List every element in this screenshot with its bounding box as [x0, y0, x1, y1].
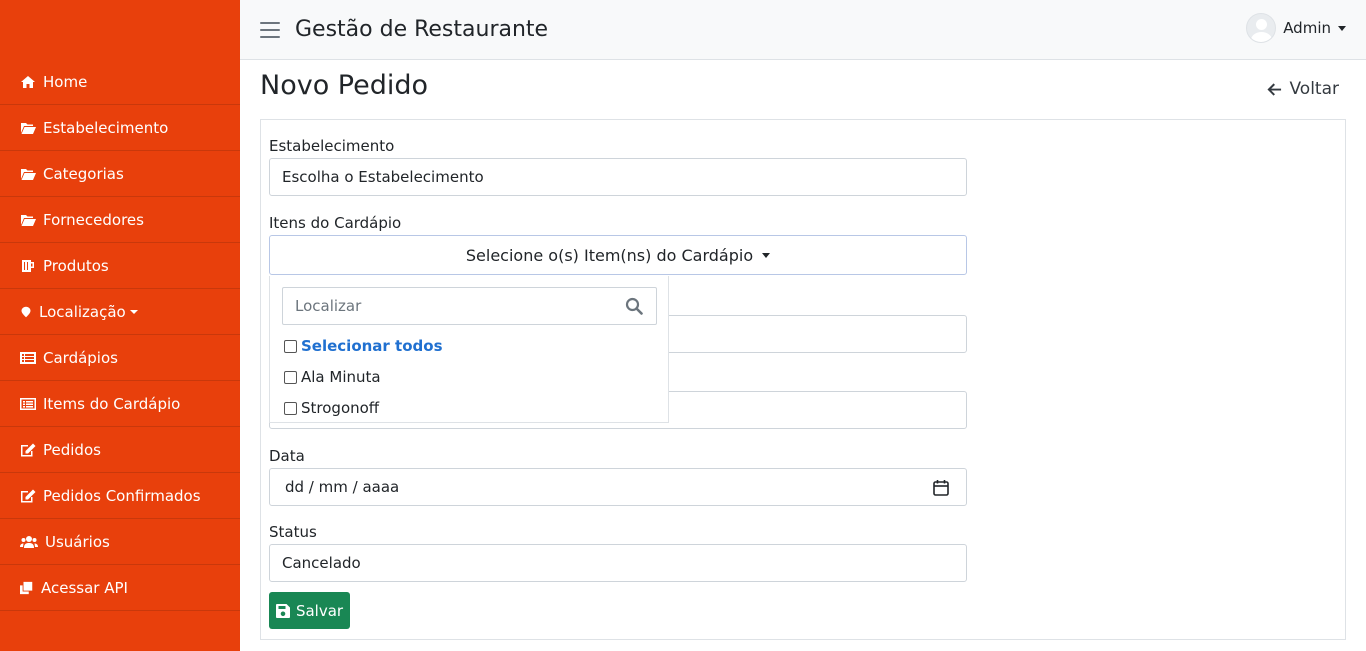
page-title: Novo Pedido [260, 70, 429, 101]
option-label: Strogonoff [301, 399, 380, 417]
hamburger-menu-icon[interactable] [260, 21, 280, 38]
menu-items-multiselect-button[interactable]: Selecione o(s) Item(ns) do Cardápio [269, 235, 967, 275]
sidebar-item-label: Categorias [43, 164, 124, 183]
status-select[interactable]: Cancelado [269, 544, 967, 582]
sidebar-item-label: Usuários [45, 532, 110, 551]
sidebar-item-localizacao[interactable]: Localização [0, 289, 240, 335]
floppy-disk-icon [275, 603, 290, 618]
date-label: Data [269, 447, 305, 465]
sidebar-header [0, 0, 240, 59]
sidebar: Home Estabelecimento Categorias Forneced… [0, 0, 240, 651]
menu-items-label: Itens do Cardápio [269, 214, 402, 232]
sidebar-item-produtos[interactable]: Produtos [0, 243, 240, 289]
top-navbar: Gestão de Restaurante Admin [240, 0, 1366, 60]
folder-open-icon [21, 168, 36, 180]
chevron-down-icon [129, 309, 138, 314]
sidebar-item-usuarios[interactable]: Usuários [0, 519, 240, 565]
user-name: Admin [1283, 19, 1331, 37]
list-icon [20, 351, 36, 364]
search-input[interactable] [283, 289, 613, 323]
sidebar-item-label: Items do Cardápio [43, 394, 181, 413]
sidebar-item-label: Cardápios [43, 348, 118, 367]
list-alt-icon [20, 397, 36, 410]
sidebar-item-label: Localização [39, 302, 126, 321]
chevron-down-icon [1338, 25, 1346, 31]
app-title: Gestão de Restaurante [295, 17, 549, 42]
establishment-label: Estabelecimento [269, 137, 395, 155]
sidebar-item-label: Fornecedores [43, 210, 144, 229]
checkbox[interactable] [284, 339, 297, 353]
select-all-option[interactable]: Selecionar todos [284, 337, 443, 355]
arrow-left-icon [1267, 82, 1282, 96]
checkbox[interactable] [284, 401, 297, 415]
sidebar-item-acessar-api[interactable]: Acessar API [0, 565, 240, 611]
clone-icon [20, 581, 33, 594]
menu-item-option[interactable]: Strogonoff [284, 399, 379, 417]
checkbox[interactable] [284, 370, 297, 384]
save-button[interactable]: Salvar [269, 592, 350, 629]
sidebar-item-estabelecimento[interactable]: Estabelecimento [0, 105, 240, 151]
back-button[interactable]: Voltar [1267, 79, 1339, 99]
map-marker-icon [21, 306, 31, 317]
dropdown-search [282, 287, 657, 325]
option-label: Ala Minuta [301, 368, 381, 386]
sidebar-item-label: Produtos [43, 256, 109, 275]
sidebar-item-label: Pedidos Confirmados [43, 486, 201, 505]
status-label: Status [269, 523, 317, 541]
date-placeholder: dd / mm / aaaa [285, 478, 400, 496]
search-icon [625, 297, 643, 315]
folder-open-icon [21, 214, 36, 226]
home-icon [21, 75, 35, 88]
menu-items-button-label: Selecione o(s) Item(ns) do Cardápio [465, 245, 754, 265]
edit-icon [21, 443, 36, 456]
date-input[interactable]: dd / mm / aaaa [269, 468, 967, 506]
sidebar-item-label: Home [43, 72, 88, 91]
edit-icon [21, 489, 36, 502]
sidebar-item-label: Acessar API [41, 578, 128, 597]
chevron-down-icon [762, 252, 771, 258]
sidebar-item-home[interactable]: Home [0, 59, 240, 105]
avatar [1246, 13, 1277, 43]
folder-open-icon [21, 122, 36, 134]
establishment-select[interactable]: Escolha o Estabelecimento [269, 158, 967, 196]
sidebar-item-pedidos-confirmados[interactable]: Pedidos Confirmados [0, 473, 240, 519]
sidebar-item-categorias[interactable]: Categorias [0, 151, 240, 197]
sidebar-item-pedidos[interactable]: Pedidos [0, 427, 240, 473]
back-label: Voltar [1289, 79, 1339, 99]
save-label: Salvar [295, 601, 344, 620]
calendar-icon[interactable] [932, 479, 950, 497]
menu-items-dropdown: Selecionar todos Ala Minuta Strogonoff [269, 276, 669, 423]
sidebar-item-label: Estabelecimento [43, 118, 169, 137]
select-all-label: Selecionar todos [301, 337, 443, 355]
mug-icon [22, 259, 34, 272]
sidebar-item-items-do-cardapio[interactable]: Items do Cardápio [0, 381, 240, 427]
sidebar-item-cardapios[interactable]: Cardápios [0, 335, 240, 381]
users-icon [20, 535, 38, 548]
sidebar-item-fornecedores[interactable]: Fornecedores [0, 197, 240, 243]
menu-item-option[interactable]: Ala Minuta [284, 368, 381, 386]
sidebar-item-label: Pedidos [43, 440, 101, 459]
user-menu[interactable]: Admin [1246, 13, 1346, 43]
